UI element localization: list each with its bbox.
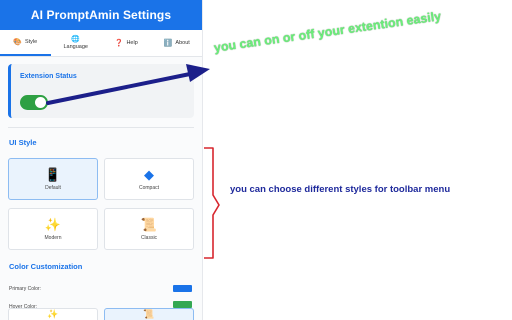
- annotation-style-note: you can choose different styles for tool…: [230, 184, 451, 195]
- annotation-bracket: [204, 147, 220, 259]
- annotation-arrow-shaft: [46, 72, 192, 105]
- screenshot: AI PromptAmin Settings 🎨 Style 🌐 Languag…: [0, 0, 512, 320]
- annotation-arrow-head: [186, 64, 210, 82]
